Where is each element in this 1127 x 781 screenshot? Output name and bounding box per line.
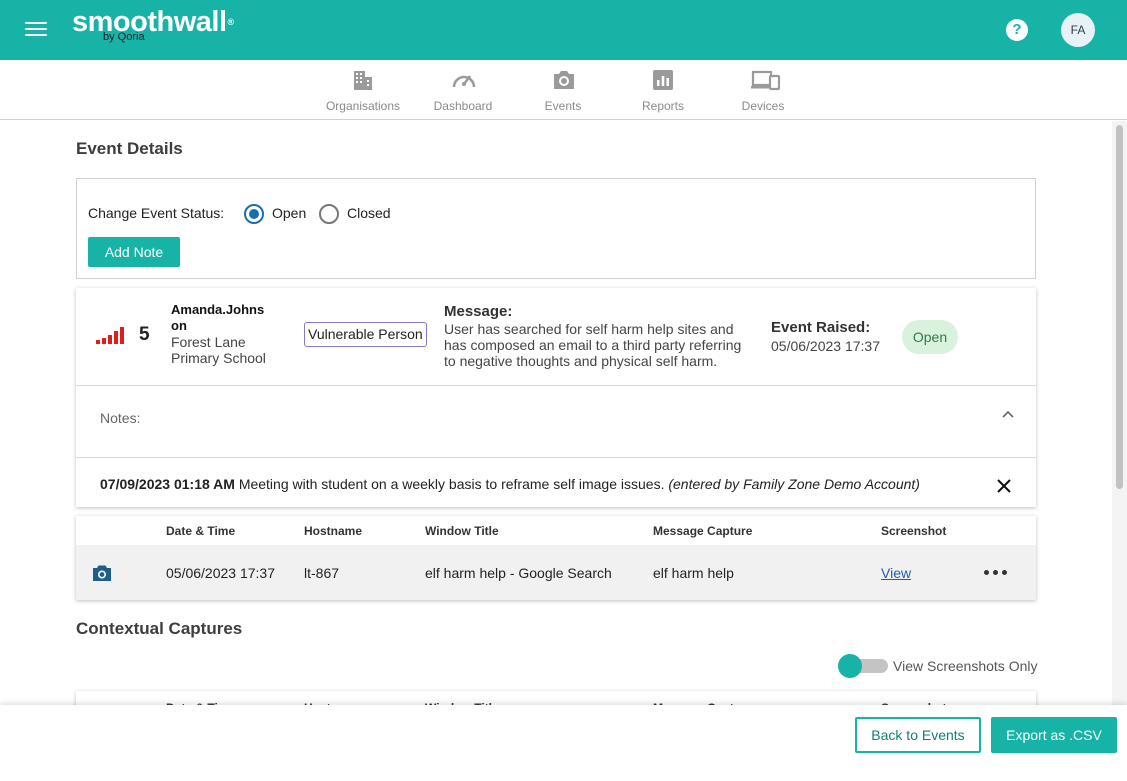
devices-icon: [751, 70, 781, 91]
note-entry: 07/09/2023 01:18 AM Meeting with student…: [100, 476, 980, 492]
chevron-up-icon[interactable]: [1000, 406, 1016, 422]
severity-level: 5: [139, 324, 150, 345]
camera-icon[interactable]: [92, 564, 112, 582]
cell-message-capture: elf harm help: [653, 565, 734, 581]
scrollbar-thumb[interactable]: [1116, 125, 1123, 489]
toggle-label: View Screenshots Only: [893, 658, 1038, 674]
back-to-events-button[interactable]: Back to Events: [855, 717, 981, 753]
captures-table: Date & Time Hostname Window Title Messag…: [76, 516, 1036, 600]
nav-item-reports[interactable]: Reports: [613, 60, 713, 120]
hamburger-menu-icon[interactable]: [25, 22, 47, 38]
nav-label: Reports: [641, 99, 685, 113]
message-heading: Message:: [444, 303, 513, 320]
radio-checked-icon: [244, 204, 264, 224]
contextual-captures-table: Date & Time Hostname Window Title Messag…: [76, 691, 1036, 705]
radio-unchecked-icon: [319, 204, 339, 224]
note-timestamp: 07/09/2023 01:18 AM: [100, 476, 235, 492]
user-avatar[interactable]: FA: [1061, 13, 1095, 47]
export-csv-button[interactable]: Export as .CSV: [991, 717, 1117, 753]
brand-subtitle: by Qoria: [103, 31, 145, 43]
cell-hostname: lt-867: [304, 565, 340, 581]
radio-label: Closed: [347, 205, 391, 221]
building-icon: [354, 71, 372, 90]
gauge-icon: [452, 75, 476, 88]
toggle-knob: [838, 654, 862, 678]
nav-label: Organisations: [325, 99, 401, 113]
nav-item-devices[interactable]: Devices: [713, 60, 813, 120]
main-nav: Organisations Dashboard Events Reports D…: [0, 60, 1127, 120]
screenshot-view-link[interactable]: View: [881, 565, 911, 581]
user-name: Amanda.Johns on: [171, 302, 265, 333]
column-header: Date & Time: [166, 524, 236, 538]
nav-label: Events: [544, 99, 582, 113]
footer-bar: Back to Events Export as .CSV: [0, 705, 1127, 781]
divider: [76, 385, 1036, 386]
event-raised-date: 05/06/2023 17:37: [771, 338, 880, 354]
column-header: Screenshot: [881, 524, 947, 538]
status-panel: Change Event Status: Open Closed Add Not…: [76, 178, 1036, 279]
cell-window-title: elf harm help - Google Search: [425, 565, 612, 581]
divider: [76, 457, 1036, 458]
more-options-icon[interactable]: [984, 562, 1010, 582]
screenshots-only-toggle[interactable]: [838, 654, 888, 678]
brand-registered-mark: ®: [227, 17, 235, 27]
cell-date-time: 05/06/2023 17:37: [166, 565, 275, 581]
note-author: (entered by Family Zone Demo Account): [668, 476, 920, 492]
column-header: Window Title: [425, 524, 499, 538]
status-label: Change Event Status:: [88, 205, 225, 221]
camera-icon: [554, 71, 574, 89]
nav-item-events[interactable]: Events: [513, 60, 613, 120]
bar-chart-icon: [653, 70, 673, 90]
nav-label: Devices: [741, 99, 785, 113]
brand-logo[interactable]: smoothwall®: [72, 6, 234, 38]
column-header: Message Capture: [653, 524, 753, 538]
close-icon[interactable]: [995, 477, 1013, 495]
help-icon[interactable]: ?: [1006, 19, 1028, 41]
page-title: Event Details: [76, 139, 183, 158]
event-raised-heading: Event Raised:: [771, 319, 871, 336]
nav-item-organisations[interactable]: Organisations: [313, 60, 413, 120]
app-header: smoothwall® by Qoria ? FA: [0, 0, 1127, 60]
radio-label: Open: [272, 205, 307, 221]
main-content[interactable]: Event Details Change Event Status: Open …: [0, 121, 1112, 705]
message-text: User has searched for self harm help sit…: [444, 321, 742, 369]
table-row[interactable]: 05/06/2023 17:37 lt-867 elf harm help - …: [76, 545, 1036, 600]
add-note-button[interactable]: Add Note: [88, 237, 180, 267]
status-badge: Open: [902, 320, 958, 354]
nav-label: Dashboard: [433, 99, 493, 113]
notes-label: Notes:: [100, 410, 141, 426]
event-card: 5 Amanda.Johns on Forest Lane Primary Sc…: [76, 288, 1036, 507]
nav-item-dashboard[interactable]: Dashboard: [413, 60, 513, 120]
severity-bars-icon: [96, 327, 130, 344]
note-text: Meeting with student on a weekly basis t…: [238, 476, 665, 492]
column-header: Hostname: [304, 524, 363, 538]
user-organisation: Forest Lane Primary School: [171, 334, 266, 366]
vertical-scrollbar[interactable]: [1112, 121, 1127, 705]
contextual-captures-title: Contextual Captures: [76, 619, 243, 638]
category-tag: Vulnerable Person: [304, 322, 427, 347]
brand-name: smoothwall: [72, 6, 227, 38]
